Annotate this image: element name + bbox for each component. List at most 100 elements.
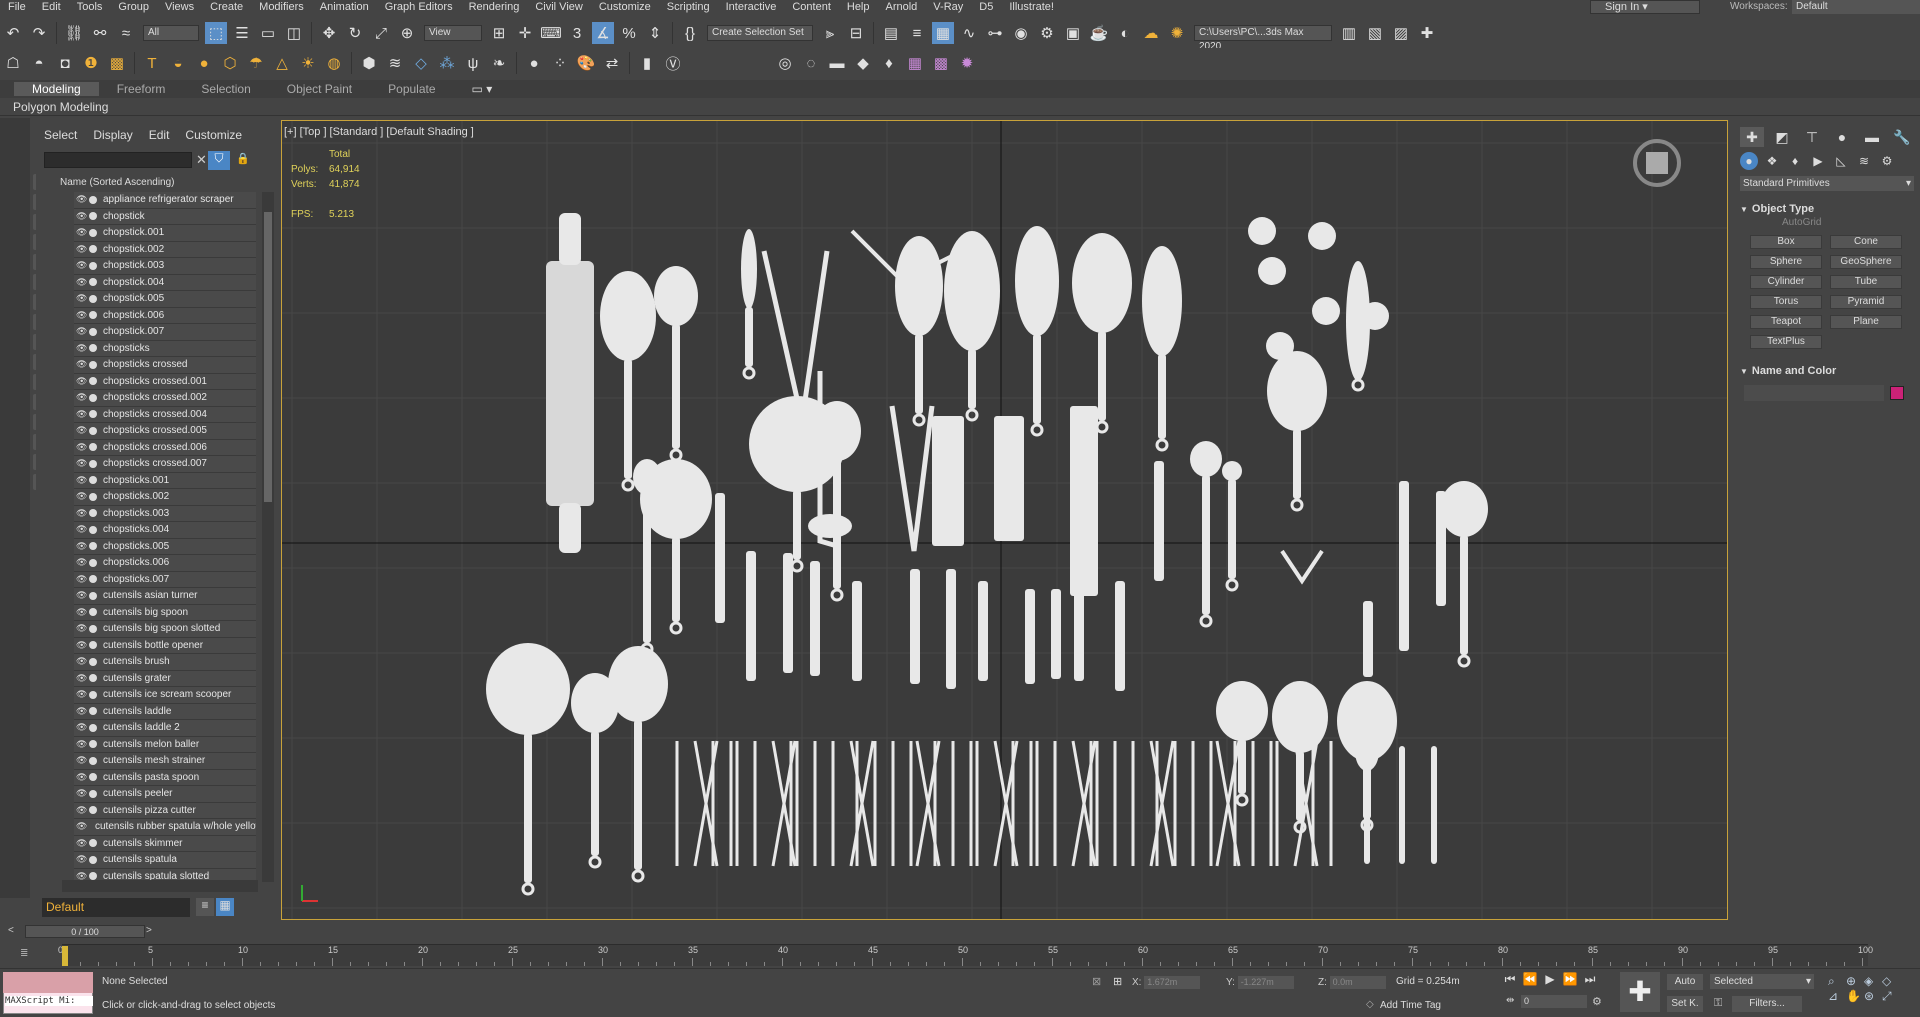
explorer-row[interactable]: 👁 chopstick.005	[74, 291, 256, 308]
visibility-icon[interactable]: 👁	[76, 739, 87, 750]
maxscript-output[interactable]	[3, 972, 93, 993]
menu-tools[interactable]: Tools	[69, 0, 111, 14]
flat-turner-ring[interactable]	[1095, 420, 1109, 434]
visibility-icon[interactable]: 👁	[76, 805, 87, 816]
spatula-head[interactable]	[895, 236, 943, 336]
flat-turner-handle[interactable]	[1098, 331, 1106, 421]
shapes-icon[interactable]: ❖	[1763, 152, 1781, 170]
object-color-swatch[interactable]	[1890, 386, 1904, 400]
visibility-icon[interactable]: 👁	[76, 310, 87, 321]
menu-modifiers[interactable]: Modifiers	[251, 0, 312, 14]
knife[interactable]	[1363, 601, 1373, 677]
spoon-handle[interactable]	[672, 324, 680, 449]
cameras-icon[interactable]: ▶	[1809, 152, 1827, 170]
render-active-icon[interactable]: ✺	[1166, 22, 1188, 44]
vray-render-icon[interactable]: ❶	[80, 52, 102, 74]
explorer-row[interactable]: 👁 chopsticks crossed.002	[74, 390, 256, 407]
explorer-row[interactable]: 👁 chopsticks crossed.004	[74, 406, 256, 423]
menu-civil-view[interactable]: Civil View	[527, 0, 590, 14]
torus-button[interactable]: Torus	[1750, 295, 1822, 309]
visibility-icon[interactable]: 👁	[76, 574, 87, 585]
visibility-icon[interactable]: 👁	[76, 838, 87, 849]
ref-coord-select[interactable]: View	[424, 25, 482, 41]
visibility-icon[interactable]: 👁	[76, 260, 87, 271]
rolling-pin-handle[interactable]	[559, 213, 581, 265]
redo-icon[interactable]: ↷	[28, 22, 50, 44]
zoom-icon[interactable]: ⌕	[1828, 974, 1846, 989]
geometry-icon[interactable]: ●	[1740, 152, 1758, 170]
render-cloud-icon[interactable]: ☁	[1140, 22, 1162, 44]
visibility-icon[interactable]: 👁	[76, 442, 87, 453]
teapot-button[interactable]: Teapot	[1750, 315, 1822, 329]
motion-tab-icon[interactable]: ●	[1830, 127, 1854, 147]
measuring-cup[interactable]	[1361, 302, 1389, 330]
rolling-pin[interactable]	[546, 261, 594, 506]
visibility-icon[interactable]: 👁	[76, 376, 87, 387]
knife[interactable]	[746, 551, 756, 681]
spacewarps-icon[interactable]: ≋	[1855, 152, 1873, 170]
explorer-row[interactable]: 👁 chopsticks crossed	[74, 357, 256, 374]
cylinder-button[interactable]: Cylinder	[1750, 275, 1822, 289]
explorer-row[interactable]: 👁 cutensils asian turner	[74, 588, 256, 605]
explorer-row[interactable]: 👁 cutensils skimmer	[74, 835, 256, 852]
lock-icon[interactable]: 🔒	[236, 152, 250, 165]
pivot-icon[interactable]: ⊞	[488, 22, 510, 44]
grater-ring[interactable]	[1155, 438, 1169, 452]
visibility-icon[interactable]: 👁	[76, 359, 87, 370]
grater-handle[interactable]	[1158, 354, 1166, 439]
mesh-strainer-ring[interactable]	[1290, 498, 1304, 512]
visibility-icon[interactable]: 👁	[76, 277, 87, 288]
explorer-menu-select[interactable]: Select	[36, 128, 85, 142]
explorer-menu-display[interactable]: Display	[85, 128, 140, 142]
knife[interactable]	[715, 493, 725, 623]
rotate-icon[interactable]: ↻	[344, 22, 366, 44]
zoom-all-icon[interactable]: ⊕	[1846, 974, 1864, 988]
auto-key-button[interactable]: Auto	[1667, 974, 1703, 990]
prev-key-icon[interactable]: ⏪	[1520, 972, 1540, 986]
toggle-ribbon-icon[interactable]: ▦	[932, 22, 954, 44]
goto-start-icon[interactable]: ⏮	[1500, 972, 1520, 987]
explorer-row[interactable]: 👁 chopstick	[74, 208, 256, 225]
undo-icon[interactable]: ↶	[2, 22, 24, 44]
melon-baller-handle[interactable]	[1202, 475, 1210, 615]
explorer-search-input[interactable]	[44, 152, 192, 168]
explorer-menu-edit[interactable]: Edit	[141, 128, 178, 142]
spoon-slotted-handle[interactable]	[1033, 334, 1041, 424]
curve-editor-icon[interactable]: ∿	[958, 22, 980, 44]
select-by-name-icon[interactable]: ☰	[231, 22, 253, 44]
explorer-row[interactable]: 👁 cutensils bottle opener	[74, 637, 256, 654]
time-tag-icon[interactable]: ◇	[1366, 999, 1374, 1010]
brush-ring[interactable]	[742, 366, 756, 380]
kitchen-scissors[interactable]	[1280, 549, 1324, 585]
explorer-menu-customize[interactable]: Customize	[177, 128, 250, 142]
visibility-icon[interactable]: 👁	[76, 673, 87, 684]
visibility-icon[interactable]: 👁	[76, 623, 87, 634]
selection-lock-icon[interactable]: ⊞	[1113, 975, 1122, 988]
menu-help[interactable]: Help	[839, 0, 878, 14]
spinner-snap-icon[interactable]: ⇕	[644, 22, 666, 44]
maximize-viewport-icon[interactable]: ⤢	[1882, 989, 1900, 1004]
pizza-cutter-ring[interactable]	[790, 559, 804, 573]
masher-ring[interactable]	[1457, 654, 1471, 668]
time-config-icon[interactable]: ⚙	[1592, 995, 1602, 1008]
measuring-cup[interactable]	[1312, 297, 1340, 325]
time-slider[interactable]: 0 / 100	[25, 925, 145, 938]
brush-handle[interactable]	[745, 307, 753, 367]
proxy-icon[interactable]: ⬢	[358, 52, 380, 74]
measuring-spoon-handle[interactable]	[1228, 479, 1236, 579]
name-color-header[interactable]: ▼ Name and Color	[1740, 363, 1914, 379]
visibility-icon[interactable]: 👁	[76, 755, 87, 766]
v-logo-icon[interactable]: Ⓥ	[662, 52, 684, 74]
scatter-icon[interactable]: ⁂	[436, 52, 458, 74]
visibility-icon[interactable]: 👁	[76, 409, 87, 420]
mini-curve-editor-icon[interactable]: ≣	[20, 948, 28, 959]
big-spoon-head[interactable]	[608, 646, 668, 722]
knife[interactable]	[1436, 491, 1446, 606]
explorer-row[interactable]: 👁 cutensils grater	[74, 670, 256, 687]
tab-modeling[interactable]: Modeling	[14, 82, 99, 96]
set-key-mode-button[interactable]: Set K.	[1667, 996, 1703, 1012]
explorer-row[interactable]: 👁 chopsticks.006	[74, 555, 256, 572]
viewcube[interactable]	[1646, 152, 1668, 174]
ladle-head[interactable]	[1216, 681, 1268, 741]
explorer-row[interactable]: 👁 cutensils laddle	[74, 703, 256, 720]
